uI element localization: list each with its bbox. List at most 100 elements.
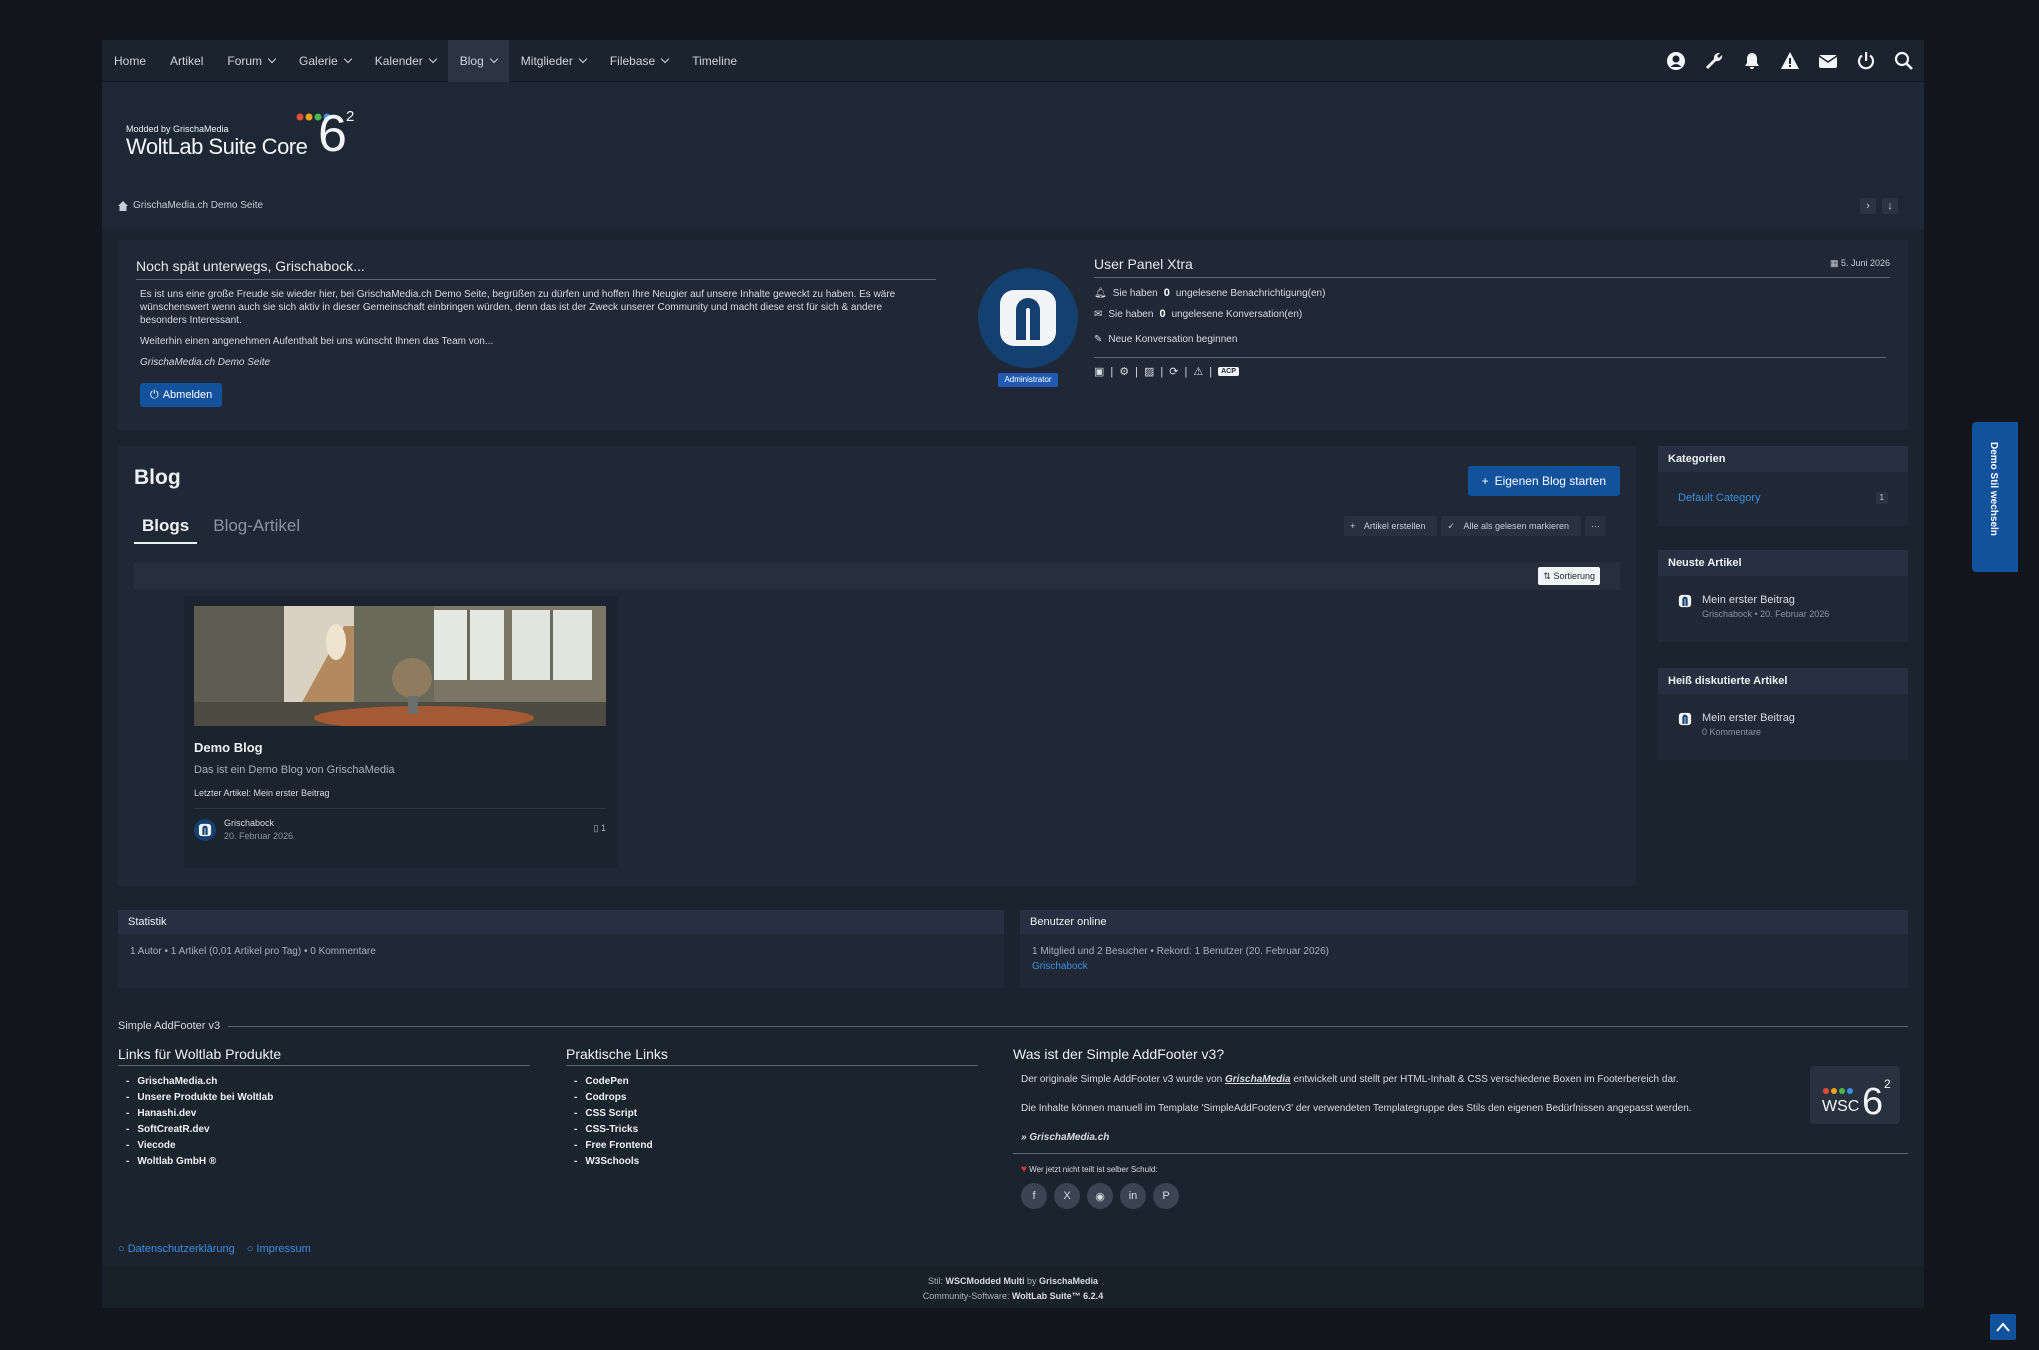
x-icon[interactable]: X bbox=[1054, 1183, 1080, 1209]
scroll-to-top-button[interactable] bbox=[1990, 1314, 2016, 1340]
article-title[interactable]: Mein erster Beitrag bbox=[1702, 594, 1829, 606]
warning-icon[interactable] bbox=[1780, 51, 1800, 71]
search-icon[interactable] bbox=[1894, 51, 1914, 71]
nav-item-galerie[interactable]: Galerie bbox=[287, 40, 363, 82]
nav-item-forum[interactable]: Forum bbox=[215, 40, 287, 82]
chevron-down-icon bbox=[343, 54, 352, 63]
users-online-text: 1 Mitglied und 2 Besucher • Rekord: 1 Be… bbox=[1020, 934, 1908, 974]
imprint-link[interactable]: ○ Impressum bbox=[247, 1243, 311, 1255]
footer-link[interactable]: CodePen bbox=[566, 1074, 978, 1090]
online-user-link[interactable]: Grischabock bbox=[1032, 959, 1896, 974]
heart-icon: ♥ bbox=[1021, 1164, 1027, 1175]
footer-link[interactable]: Viecode bbox=[118, 1138, 530, 1154]
user-icon[interactable] bbox=[1666, 51, 1686, 71]
nav-label: Timeline bbox=[692, 53, 738, 68]
arrow-down-icon[interactable]: ↓ bbox=[1882, 198, 1898, 214]
envelope-icon[interactable] bbox=[1818, 51, 1838, 71]
category-row[interactable]: Default Category 1 bbox=[1658, 472, 1908, 504]
logo-title: WoltLab Suite Core bbox=[126, 134, 308, 159]
refresh-icon[interactable]: ⟳ bbox=[1169, 365, 1178, 378]
footer-link[interactable]: Woltlab GmbH ® bbox=[118, 1154, 530, 1170]
power-icon[interactable] bbox=[1856, 51, 1876, 71]
wrench-icon[interactable] bbox=[1704, 51, 1724, 71]
footer-link[interactable]: SoftCreatR.dev bbox=[118, 1122, 530, 1138]
reddit-icon[interactable]: ◉ bbox=[1087, 1183, 1113, 1209]
nav-item-blog[interactable]: Blog bbox=[447, 39, 509, 82]
tab-blog-artikel[interactable]: Blog-Artikel bbox=[205, 516, 308, 544]
privacy-link[interactable]: ○ Datenschutzerklärung bbox=[118, 1243, 235, 1255]
article-title[interactable]: Mein erster Beitrag bbox=[1702, 712, 1795, 724]
notif-prefix: Sie haben bbox=[1112, 287, 1158, 299]
site-logo[interactable]: Modded by GrischaMedia WoltLab Suite Cor… bbox=[124, 104, 364, 169]
blog-card[interactable]: Demo Blog Das ist ein Demo Blog von Gris… bbox=[184, 596, 618, 868]
bell-icon[interactable] bbox=[1742, 51, 1762, 71]
style-switch-tab[interactable]: Demo Stil wechseln bbox=[1972, 422, 2018, 572]
footer-link[interactable]: Codrops bbox=[566, 1090, 978, 1106]
breadcrumb-link[interactable]: GrischaMedia.ch Demo Seite bbox=[133, 200, 263, 211]
author-link[interactable]: GrischaMedia bbox=[1225, 1074, 1291, 1085]
author-name[interactable]: Grischabock bbox=[224, 818, 274, 828]
nav-item-home[interactable]: Home bbox=[102, 40, 158, 82]
page-header: Modded by GrischaMedia WoltLab Suite Cor… bbox=[102, 82, 1924, 230]
create-article-button[interactable]: + Artikel erstellen bbox=[1344, 516, 1438, 536]
last-article[interactable]: Letzter Artikel: Mein erster Beitrag bbox=[194, 788, 330, 798]
image-icon[interactable]: ▨ bbox=[1144, 365, 1154, 378]
facebook-icon[interactable]: f bbox=[1021, 1183, 1047, 1209]
warning-icon[interactable]: ⚠ bbox=[1193, 365, 1203, 378]
footer-column-about: Was ist der Simple AddFooter v3? Der ori… bbox=[1013, 1046, 1908, 1209]
footer-link[interactable]: Unsere Produkte bei Woltlab bbox=[118, 1090, 530, 1106]
nav-item-filebase[interactable]: Filebase bbox=[598, 40, 680, 82]
id-card-icon[interactable]: ▣ bbox=[1094, 365, 1104, 378]
avatar[interactable] bbox=[978, 268, 1078, 368]
notifications-row[interactable]: 🔔︎ Sie haben 0 ungelesene Benachrichtigung… bbox=[1094, 287, 1890, 299]
nav-item-kalender[interactable]: Kalender bbox=[363, 40, 448, 82]
date-text: 5. Juni 2026 bbox=[1840, 258, 1890, 268]
sidebar-heading: Kategorien bbox=[1658, 446, 1908, 472]
footer-link[interactable]: CSS-Tricks bbox=[566, 1122, 978, 1138]
main-navigation: Home Artikel Forum Galerie Kalender Blog… bbox=[102, 39, 1924, 82]
chevron-right-icon[interactable]: › bbox=[1860, 198, 1876, 214]
sort-button[interactable]: ⇅ Sortierung bbox=[1538, 567, 1600, 585]
list-item[interactable]: Mein erster Beitrag Grischabock • 20. Fe… bbox=[1658, 576, 1908, 619]
statistics-heading: Statistik bbox=[118, 910, 1004, 934]
nav-label: Galerie bbox=[299, 53, 338, 68]
software-link[interactable]: WoltLab Suite™ 6.2.4 bbox=[1012, 1291, 1103, 1301]
footer-paragraph: Der originale Simple AddFooter v3 wurde … bbox=[1021, 1073, 1908, 1087]
edit-icon: ✎ bbox=[1094, 334, 1103, 345]
file-icon: ▯ bbox=[593, 823, 601, 833]
conversations-row[interactable]: ✉︎ Sie haben 0 ungelesene Konversation(en) bbox=[1094, 308, 1890, 320]
linkedin-icon[interactable]: in bbox=[1120, 1183, 1146, 1209]
sort-bar: ⇅ Sortierung bbox=[134, 562, 1620, 590]
footer-link[interactable]: GrischaMedia.ch bbox=[118, 1074, 530, 1090]
style-link[interactable]: WSCModded Multi bbox=[945, 1276, 1024, 1286]
footer-link[interactable]: Hanashi.dev bbox=[118, 1106, 530, 1122]
footer-link[interactable]: W3Schools bbox=[566, 1154, 978, 1170]
mark-all-read-button[interactable]: ✓ Alle als gelesen markieren bbox=[1441, 516, 1581, 536]
list-item[interactable]: Mein erster Beitrag 0 Kommentare bbox=[1658, 694, 1908, 737]
logout-button[interactable]: ⏻ Abmelden bbox=[140, 383, 223, 407]
acp-button[interactable]: ACP bbox=[1218, 367, 1239, 376]
user-cog-icon[interactable]: ⚙ bbox=[1119, 365, 1129, 378]
blog-title[interactable]: Demo Blog bbox=[194, 740, 263, 755]
more-options-button[interactable]: ··· bbox=[1585, 516, 1606, 536]
nav-label: Home bbox=[114, 53, 147, 68]
footer-link[interactable]: CSS Script bbox=[566, 1106, 978, 1122]
category-link[interactable]: Default Category bbox=[1678, 492, 1761, 504]
new-conversation-link[interactable]: ✎ Neue Konversation beginnen bbox=[1094, 334, 1890, 345]
home-icon bbox=[118, 200, 128, 211]
nav-item-timeline[interactable]: Timeline bbox=[680, 40, 749, 82]
style-switch-label: Demo Stil wechseln bbox=[1988, 442, 1999, 536]
footer-link[interactable]: Free Frontend bbox=[566, 1138, 978, 1154]
grischamedia-link[interactable]: » GrischaMedia.ch bbox=[1021, 1132, 1109, 1143]
blog-cover-image[interactable] bbox=[194, 606, 606, 726]
nav-item-artikel[interactable]: Artikel bbox=[158, 40, 215, 82]
nav-item-mitglieder[interactable]: Mitglieder bbox=[509, 40, 598, 82]
tab-blogs[interactable]: Blogs bbox=[134, 516, 198, 544]
pinterest-icon[interactable]: P bbox=[1153, 1183, 1179, 1209]
envelope-icon: ✉︎ bbox=[1094, 308, 1103, 320]
author-link[interactable]: GrischaMedia bbox=[1039, 1276, 1098, 1286]
footer-column-title: Praktische Links bbox=[566, 1046, 978, 1066]
avatar[interactable] bbox=[194, 819, 216, 841]
start-blog-button[interactable]: + Eigenen Blog starten bbox=[1467, 466, 1620, 496]
sidebar-hot-articles: Heiß diskutierte Artikel Mein erster Bei… bbox=[1658, 668, 1908, 760]
